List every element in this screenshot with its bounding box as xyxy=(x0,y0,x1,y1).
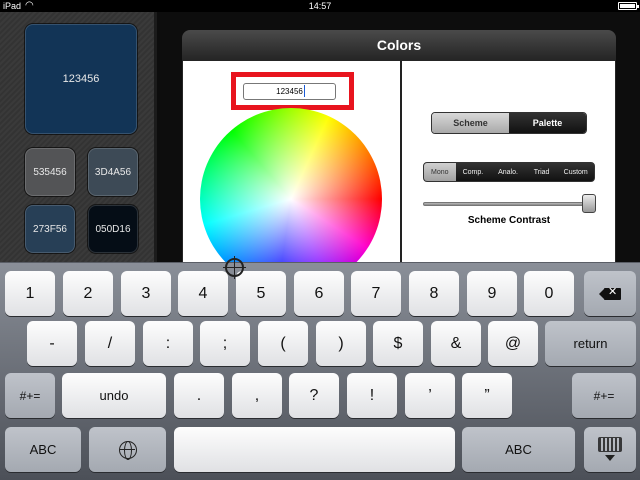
panel-divider xyxy=(400,61,402,262)
key-open-paren[interactable]: ( xyxy=(258,321,308,366)
key-semicolon[interactable]: ; xyxy=(200,321,250,366)
backspace-icon: ✕ xyxy=(599,286,621,300)
key-4[interactable]: 4 xyxy=(178,271,228,316)
shift-symbols-key-left[interactable]: #+= xyxy=(5,373,55,418)
contrast-slider-label: Scheme Contrast xyxy=(467,215,551,226)
colors-popover: Colors Scheme Palette Mono Comp. Analo. … xyxy=(182,30,616,290)
scheme-type-analo[interactable]: Analo. xyxy=(490,163,526,181)
key-apostrophe[interactable]: ’ xyxy=(405,373,455,418)
scheme-type-comp[interactable]: Comp. xyxy=(456,163,491,181)
key-slash[interactable]: / xyxy=(85,321,135,366)
palette-segment[interactable]: Palette xyxy=(509,113,586,133)
palette-swatch-2[interactable]: 3D4A56 xyxy=(88,148,138,196)
contrast-slider-track[interactable] xyxy=(423,202,591,206)
popover-content: Scheme Palette Mono Comp. Analo. Triad C… xyxy=(183,61,615,290)
return-key[interactable]: return xyxy=(545,321,636,366)
key-0[interactable]: 0 xyxy=(524,271,574,316)
key-6[interactable]: 6 xyxy=(294,271,344,316)
scheme-type-segmented-control: Mono Comp. Analo. Triad Custom xyxy=(423,162,595,182)
key-2[interactable]: 2 xyxy=(63,271,113,316)
key-1[interactable]: 1 xyxy=(5,271,55,316)
key-8[interactable]: 8 xyxy=(409,271,459,316)
popover-title: Colors xyxy=(376,37,422,53)
space-key[interactable] xyxy=(174,427,455,472)
key-ampersand[interactable]: & xyxy=(431,321,481,366)
scheme-segment[interactable]: Scheme xyxy=(432,113,509,133)
swatch-panel: 123456 535456 3D4A56 273F56 050D16 xyxy=(0,12,157,262)
palette-swatch-3[interactable]: 273F56 xyxy=(25,205,75,253)
key-3[interactable]: 3 xyxy=(121,271,171,316)
mode-segmented-control: Scheme Palette xyxy=(431,112,587,134)
key-close-paren[interactable]: ) xyxy=(316,321,366,366)
main-color-swatch[interactable]: 123456 xyxy=(25,24,137,134)
abc-key-left[interactable]: ABC xyxy=(5,427,81,472)
scheme-type-custom[interactable]: Custom xyxy=(557,163,594,181)
key-dash[interactable]: - xyxy=(27,321,77,366)
globe-key[interactable] xyxy=(89,427,166,472)
text-caret xyxy=(304,85,305,97)
key-question[interactable]: ? xyxy=(289,373,339,418)
backspace-key[interactable]: ✕ xyxy=(584,271,636,316)
contrast-slider-thumb[interactable] xyxy=(582,194,596,213)
palette-swatch-1[interactable]: 535456 xyxy=(25,148,75,196)
status-bar: iPad ◠ 14:57 xyxy=(0,0,640,12)
key-colon[interactable]: : xyxy=(143,321,193,366)
palette-swatch-4[interactable]: 050D16 xyxy=(88,205,138,253)
onscreen-keyboard: 1 2 3 4 5 6 7 8 9 0 ✕ - / : ; ( ) $ & @ … xyxy=(0,262,640,480)
key-dollar[interactable]: $ xyxy=(373,321,423,366)
key-at[interactable]: @ xyxy=(488,321,538,366)
undo-key[interactable]: undo xyxy=(62,373,166,418)
hex-input-highlight xyxy=(231,72,354,110)
scheme-type-triad[interactable]: Triad xyxy=(526,163,558,181)
dismiss-keyboard-key[interactable] xyxy=(584,427,636,472)
hex-color-input[interactable] xyxy=(243,83,336,100)
keyboard-dismiss-icon xyxy=(598,436,622,463)
key-quote[interactable]: ” xyxy=(462,373,512,418)
crosshair-icon[interactable] xyxy=(223,256,246,279)
abc-key-right[interactable]: ABC xyxy=(462,427,575,472)
key-9[interactable]: 9 xyxy=(467,271,517,316)
key-exclamation[interactable]: ! xyxy=(347,373,397,418)
key-5[interactable]: 5 xyxy=(236,271,286,316)
shift-symbols-key-right[interactable]: #+= xyxy=(572,373,636,418)
key-comma[interactable]: , xyxy=(232,373,282,418)
globe-icon xyxy=(118,440,137,460)
battery-icon xyxy=(618,2,639,10)
scheme-type-mono[interactable]: Mono xyxy=(424,163,456,181)
clock: 14:57 xyxy=(308,1,332,11)
key-7[interactable]: 7 xyxy=(351,271,401,316)
key-period[interactable]: . xyxy=(174,373,224,418)
